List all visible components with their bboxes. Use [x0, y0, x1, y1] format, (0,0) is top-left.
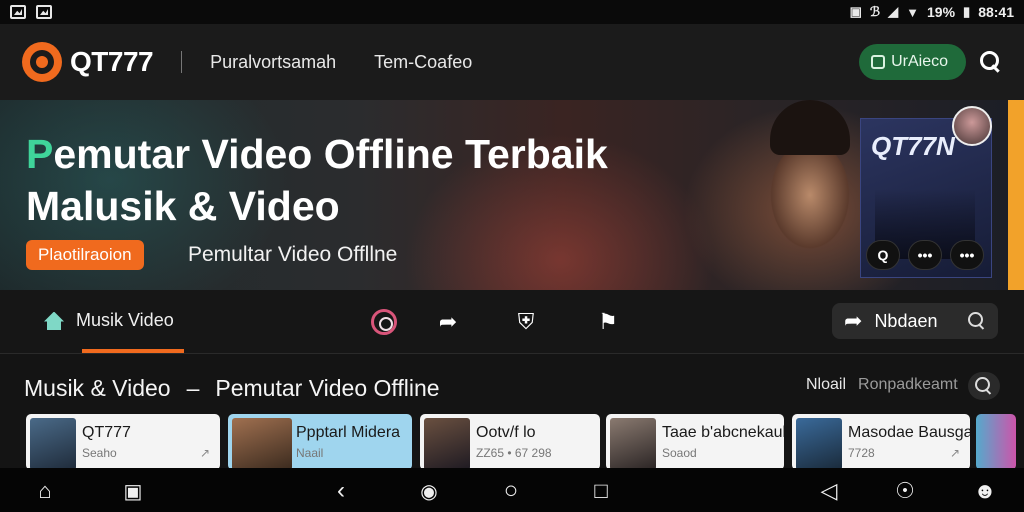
- section-link-new[interactable]: Nloail: [806, 376, 846, 394]
- hero-control-more[interactable]: •••: [908, 240, 942, 270]
- hero-portrait-image: [750, 100, 870, 290]
- section-title: Musik & Video – Pemutar Video Offline: [24, 375, 440, 402]
- header-divider: [181, 51, 183, 73]
- hero-subtitle: Pemultar Video Offllne: [188, 243, 398, 266]
- card-subtitle: 7728: [848, 446, 875, 460]
- tab-music-circle[interactable]: [370, 308, 398, 336]
- card-thumbnail: [796, 418, 842, 468]
- hero-title-accent: P: [26, 131, 54, 177]
- tab-shield[interactable]: ⛨: [512, 308, 540, 336]
- section-title-right: Pemutar Video Offline: [215, 375, 440, 401]
- location-icon[interactable]: ☉: [892, 478, 918, 504]
- card-title: Ppptarl Midera: [296, 424, 401, 441]
- home-icon: [44, 312, 64, 330]
- search-icon[interactable]: [968, 312, 986, 330]
- profile-icon[interactable]: ☻: [972, 478, 998, 504]
- bluetooth-icon: ℬ: [869, 4, 881, 19]
- card-thumbnail: [610, 418, 656, 468]
- tab-flag[interactable]: ⚑: [594, 308, 622, 336]
- share-icon: ➦: [844, 308, 863, 333]
- home-circle-icon[interactable]: ○: [498, 477, 524, 504]
- card-subtitle: Soaod: [662, 446, 697, 460]
- hero-play-button[interactable]: Plaotilraoion: [26, 240, 144, 270]
- shield-icon: ⛨: [517, 309, 535, 334]
- section-search-button[interactable]: [968, 372, 1000, 400]
- card-thumbnail: [424, 418, 470, 468]
- tab-musik-video[interactable]: Musik Video: [44, 310, 174, 331]
- vibrate-icon: ▣: [849, 4, 862, 19]
- video-card-strip: QT777 Seaho ↗ Ppptarl Midera Naail Ootv/…: [0, 414, 1024, 468]
- hero-title-line1: emutar Video Offline Terbaik: [53, 131, 608, 177]
- nav-link-2[interactable]: Tem-Coafeo: [374, 52, 472, 73]
- hero-control-menu[interactable]: •••: [950, 240, 984, 270]
- app-icon[interactable]: ◉: [416, 478, 442, 504]
- card-more-icon[interactable]: ↗: [950, 446, 960, 460]
- battery-icon: ▮: [963, 4, 971, 19]
- active-tab-indicator: [82, 349, 184, 353]
- card-thumbnail: [232, 418, 292, 468]
- cta-label: UrAieco: [891, 53, 948, 70]
- section-links: Nloail Ronpadkeamt: [806, 376, 958, 394]
- recents-icon[interactable]: □: [588, 478, 614, 504]
- hero-control-search[interactable]: Q: [866, 240, 900, 270]
- section-separator: –: [186, 375, 200, 401]
- clock: 88:41: [978, 4, 1014, 20]
- share-label: Nbdaen: [874, 310, 938, 331]
- image-notification-icon: [36, 5, 52, 19]
- cta-icon: [871, 55, 886, 69]
- section-link-recommended[interactable]: Ronpadkeamt: [858, 376, 958, 394]
- home-icon[interactable]: ⌂: [32, 478, 58, 504]
- card-subtitle: Seaho: [82, 446, 117, 460]
- card-subtitle: Naail: [296, 446, 324, 460]
- brand-name[interactable]: QT777: [70, 46, 154, 78]
- hero-side-strip: [1008, 100, 1024, 290]
- flag-icon: ⚑: [598, 309, 618, 334]
- card-more-icon[interactable]: ↗: [200, 446, 210, 460]
- tab-share[interactable]: ➦: [434, 308, 462, 336]
- search-icon[interactable]: [980, 51, 1002, 73]
- bottom-navigation: ⌂ ▣ ‹ ◉ ○ □ ◁ ☉ ☻: [0, 468, 1024, 512]
- battery-percent: 19%: [927, 4, 956, 20]
- video-card[interactable]: Taae b'abcnekaul Soaod: [606, 414, 784, 468]
- hero-avatar[interactable]: [952, 106, 992, 146]
- back-icon[interactable]: ‹: [328, 477, 354, 504]
- card-title: QT777: [82, 424, 131, 441]
- section-title-left: Musik & Video: [24, 375, 171, 401]
- video-card[interactable]: Ppptarl Midera Naail: [228, 414, 412, 468]
- status-bar: ▣ ℬ ◢ ▼ 19% ▮ 88:41: [0, 0, 1024, 24]
- card-title: Ootv/f lo: [476, 424, 536, 441]
- share-search-box[interactable]: ➦ Nbdaen: [832, 303, 998, 339]
- video-card-partial[interactable]: [976, 414, 1016, 468]
- video-card[interactable]: Masodae Bausgar 7728 ↗: [792, 414, 970, 468]
- app-header: QT777 Puralvortsamah Tem-Coafeo UrAieco: [0, 24, 1024, 100]
- poster-title: QT77N: [871, 131, 955, 161]
- gallery-notification-icon: [10, 5, 26, 19]
- header-cta-button[interactable]: UrAieco: [859, 44, 966, 80]
- video-card[interactable]: QT777 Seaho ↗: [26, 414, 220, 468]
- nav-link-1[interactable]: Puralvortsamah: [210, 52, 336, 73]
- signal-icon: ◢: [888, 4, 899, 19]
- section-header: Musik & Video – Pemutar Video Offline Nloa…: [0, 355, 1024, 415]
- card-thumbnail: [30, 418, 76, 468]
- music-circle-icon: [371, 309, 397, 335]
- card-title: Taae b'abcnekaul: [662, 424, 784, 441]
- wifi-icon: ▼: [906, 4, 919, 20]
- logo-icon[interactable]: [22, 42, 62, 82]
- tab-label: Musik Video: [76, 310, 174, 330]
- hero-banner[interactable]: QT77N Pemutar Video Offline Terbaik Malu…: [0, 100, 1024, 290]
- share-arrow-icon: ➦: [438, 309, 458, 334]
- hero-title: Pemutar Video Offline Terbaik Malusik & …: [26, 128, 746, 232]
- card-subtitle: ZZ65 • 67 298: [476, 446, 552, 460]
- search-icon: [975, 377, 993, 395]
- hero-controls: Q ••• •••: [866, 240, 984, 270]
- card-title: Masodae Bausgar: [848, 424, 970, 441]
- hero-title-line2: Malusik & Video: [26, 183, 340, 229]
- comment-icon[interactable]: ▣: [120, 478, 146, 504]
- video-card[interactable]: Ootv/f lo ZZ65 • 67 298: [420, 414, 600, 468]
- triangle-back-icon[interactable]: ◁: [816, 478, 842, 504]
